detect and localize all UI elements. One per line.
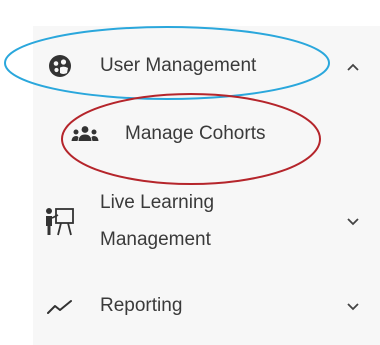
user-group-circle-icon bbox=[49, 55, 71, 77]
cohort-people-icon bbox=[71, 126, 99, 141]
nav-item-user-management-label: User Management bbox=[100, 55, 257, 76]
chevron-down-icon[interactable] bbox=[346, 217, 360, 227]
chevron-up-icon[interactable] bbox=[346, 62, 360, 72]
chevron-down-icon[interactable] bbox=[346, 302, 360, 312]
nav-item-reporting-label: Reporting bbox=[100, 295, 183, 316]
presenter-board-icon bbox=[46, 208, 74, 236]
screenshot-stage: User Management Manage Cohorts Live Lear… bbox=[0, 0, 380, 345]
nav-item-live-learning-label-line2: Management bbox=[100, 229, 211, 250]
nav-item-user-management[interactable]: User Management bbox=[33, 44, 380, 90]
nav-item-live-learning-label-line1: Live Learning bbox=[100, 192, 215, 213]
trend-line-icon bbox=[47, 300, 72, 314]
nav-subitem-manage-cohorts[interactable]: Manage Cohorts bbox=[33, 114, 380, 156]
nav-item-reporting[interactable]: Reporting bbox=[33, 284, 380, 330]
nav-subitem-manage-cohorts-label: Manage Cohorts bbox=[125, 123, 266, 144]
nav-item-live-learning-management[interactable]: Live Learning Management bbox=[33, 186, 380, 258]
sidebar-nav: User Management Manage Cohorts Live Lear… bbox=[33, 26, 380, 345]
